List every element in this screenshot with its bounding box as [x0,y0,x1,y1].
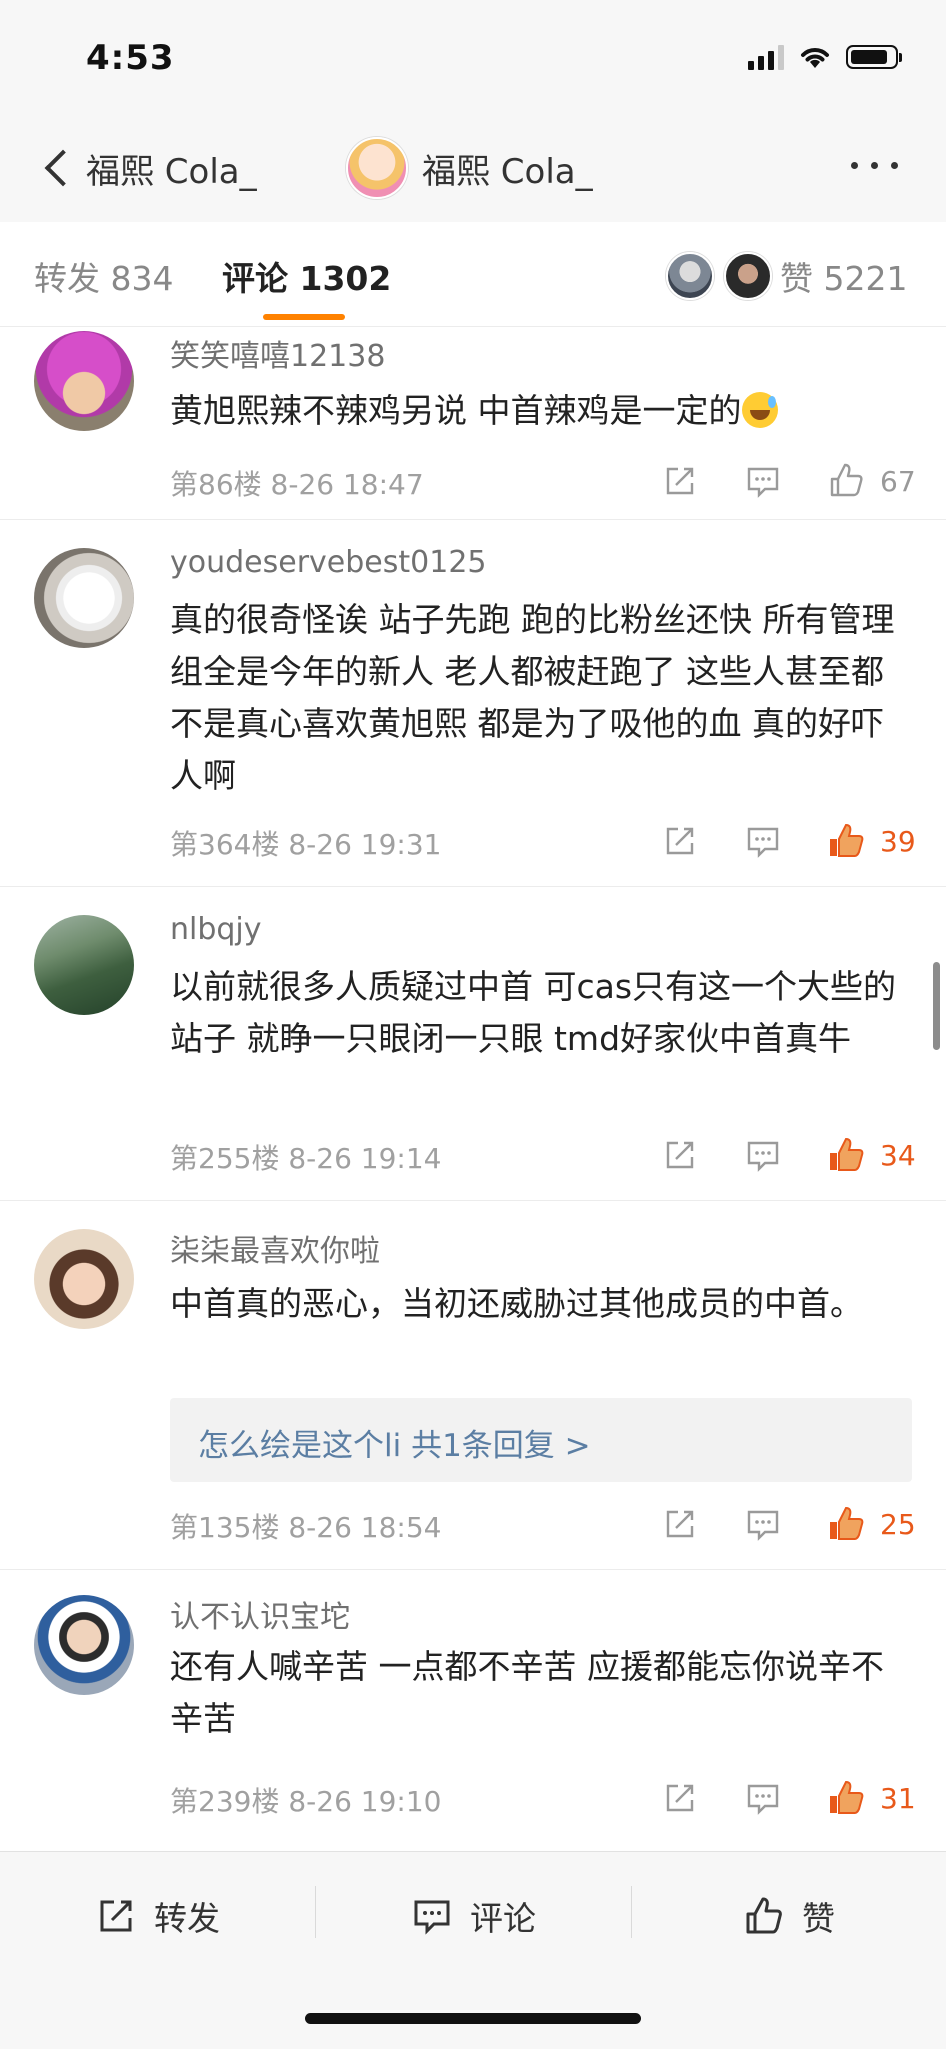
comment-meta: 第364楼 8-26 19:31 [170,828,442,861]
divider [631,1886,632,1938]
comment-text: 还有人喊辛苦 一点都不辛苦 应援都能忘你说辛不辛苦 [170,1647,884,1738]
tab-bar: 转发 834 评论 1302 赞 5221 [0,222,946,327]
repost-icon[interactable] [660,461,700,501]
back-label: 福熙 Cola_ [86,151,257,192]
avatar[interactable] [34,915,134,1015]
bottom-toolbar: 转发 评论 赞 [0,1851,946,2049]
repost-icon [100,1900,132,1932]
liker-avatar [724,252,772,300]
comment-button[interactable]: 评论 [410,1892,536,1940]
comments-list: 笑笑嘻嘻12138 黄旭熙辣不辣鸡另说 中首辣鸡是一定的 第86楼 8-26 1… [0,327,946,1853]
reply-preview[interactable]: 怎么绘是这个li 共1条回复 > [170,1398,912,1482]
comment-text-content: 黄旭熙辣不辣鸡另说 中首辣鸡是一定的 [170,391,742,430]
repost-button[interactable]: 转发 [94,1892,220,1940]
avatar[interactable] [34,1595,134,1695]
comment-username[interactable]: youdeservebest0125 [170,545,487,580]
like-button[interactable]: 25 [826,1504,916,1544]
like-count: 39 [880,824,916,858]
comment-text: 真的很奇怪诶 站子先跑 跑的比粉丝还快 所有管理组全是今年的新人 老人都被赶跑了… [170,600,895,795]
status-time: 4:53 [86,38,175,78]
liker-avatars[interactable] [666,252,772,300]
liker-avatar [666,252,714,300]
comment-actions: 31 [660,1778,916,1818]
comment-actions: 25 [660,1504,916,1544]
comment-actions: 67 [660,461,916,501]
thumbs-up-icon [746,1897,782,1934]
like-button[interactable]: 67 [826,461,916,501]
comment-username[interactable]: nlbqjy [170,912,262,947]
comment-meta: 第86楼 8-26 18:47 [170,468,424,501]
thumbs-up-icon [826,461,866,501]
like-button[interactable]: 赞 [742,1892,835,1940]
comment-icon[interactable] [743,1135,783,1175]
comment-meta: 第239楼 8-26 19:10 [170,1785,442,1818]
repost-icon[interactable] [660,1504,700,1544]
avatar[interactable] [34,331,134,431]
comment-icon[interactable] [743,461,783,501]
tab-comments[interactable]: 评论 1302 [222,252,391,300]
chevron-left-icon [44,149,82,187]
active-tab-indicator [263,314,345,320]
comment-username[interactable]: 笑笑嘻嘻12138 [170,331,385,375]
status-icons [748,44,902,70]
more-icon[interactable] [851,162,898,169]
avatar[interactable] [34,548,134,648]
avatar [346,137,408,199]
thumbs-up-filled-icon [826,1778,866,1818]
comment-meta: 第135楼 8-26 18:54 [170,1511,442,1544]
comment-icon[interactable] [743,1504,783,1544]
comment-actions: 39 [660,821,916,861]
comment-icon[interactable] [743,821,783,861]
battery-icon [846,45,902,69]
like-button[interactable]: 39 [826,821,916,861]
like-label: 赞 [802,1899,835,1938]
comment-actions: 34 [660,1135,916,1175]
like-count: 34 [880,1138,916,1172]
repost-icon[interactable] [660,1778,700,1818]
home-indicator[interactable] [305,2013,641,2024]
like-count: 31 [880,1781,916,1815]
repost-icon[interactable] [660,1135,700,1175]
avatar[interactable] [34,1229,134,1329]
wifi-icon [801,48,829,68]
comment-icon [414,1900,450,1935]
comment-label: 评论 [470,1899,536,1938]
scrollbar-thumb[interactable] [933,962,940,1050]
like-count: 67 [880,464,916,498]
reply-preview-text: 怎么绘是这个li 共1条回复 > [198,1428,591,1464]
comment-item[interactable]: nlbqjy 以前就很多人质疑过中首 可cas只有这一个大些的站子 就睁一只眼闭… [0,887,946,1201]
comment-text: 黄旭熙辣不辣鸡另说 中首辣鸡是一定的 [170,385,910,437]
tab-repost[interactable]: 转发 834 [34,252,173,300]
divider [315,1886,316,1938]
comment-item[interactable]: 认不认识宝坨 还有人喊辛苦 一点都不辛苦 应援都能忘你说辛不辛苦 第239楼 8… [0,1570,946,1853]
status-bar: 4:53 [0,0,946,118]
like-count: 25 [880,1507,916,1541]
comment-text: 中首真的恶心，当初还威胁过其他成员的中首。 [170,1284,863,1323]
comment-item[interactable]: 笑笑嘻嘻12138 黄旭熙辣不辣鸡另说 中首辣鸡是一定的 第86楼 8-26 1… [0,327,946,520]
nav-title: 福熙 Cola_ [422,151,593,192]
like-button[interactable]: 31 [826,1778,916,1818]
sweat-smile-emoji-icon [741,392,778,428]
comment-username[interactable]: 认不认识宝坨 [170,1592,350,1636]
repost-icon[interactable] [660,821,700,861]
like-button[interactable]: 34 [826,1135,916,1175]
back-button[interactable]: 福熙 Cola_ [36,138,257,198]
comment-text: 以前就很多人质疑过中首 可cas只有这一个大些的站子 就睁一只眼闭一只眼 tmd… [170,967,897,1058]
comment-meta: 第255楼 8-26 19:14 [170,1142,442,1175]
tab-likes[interactable]: 赞 5221 [780,252,907,300]
comment-item[interactable]: 柒柒最喜欢你啦 中首真的恶心，当初还威胁过其他成员的中首。 怎么绘是这个li 共… [0,1201,946,1570]
nav-bar: 福熙 Cola_ 福熙 Cola_ [0,118,946,223]
thumbs-up-filled-icon [826,821,866,861]
comment-icon[interactable] [743,1778,783,1818]
comment-username[interactable]: 柒柒最喜欢你啦 [170,1226,380,1270]
thumbs-up-filled-icon [826,1135,866,1175]
comment-item[interactable]: youdeservebest0125 真的很奇怪诶 站子先跑 跑的比粉丝还快 所… [0,520,946,887]
thumbs-up-filled-icon [826,1504,866,1544]
nav-profile[interactable]: 福熙 Cola_ [346,137,593,199]
repost-label: 转发 [154,1899,220,1938]
signal-icon [748,44,784,70]
